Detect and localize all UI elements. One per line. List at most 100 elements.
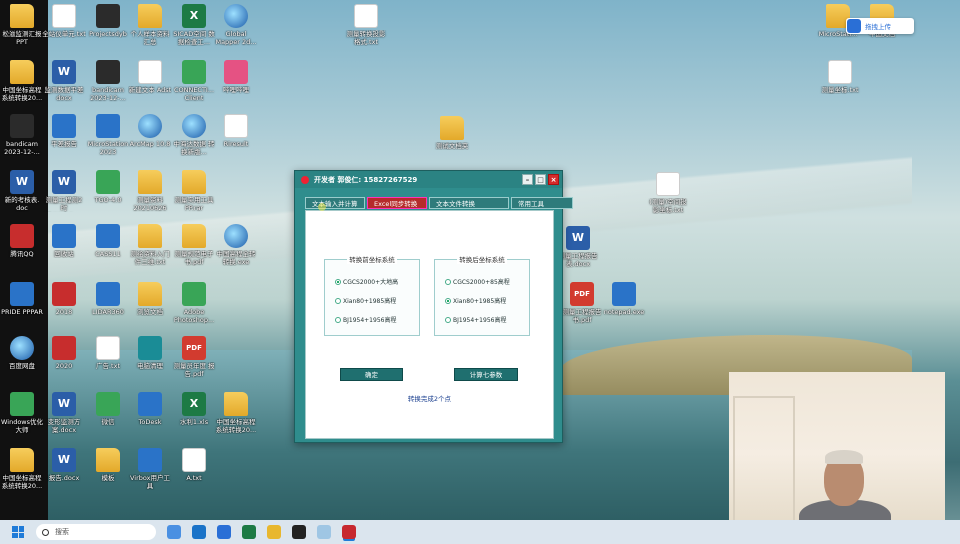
desktop-icon[interactable]: W 监测数据平差 docx	[42, 60, 86, 102]
desktop-icon[interactable]: 浏览文档	[128, 282, 172, 316]
desktop-icon[interactable]: CONNECTI... Client	[172, 60, 216, 102]
bandicam-icon[interactable]	[292, 525, 306, 539]
task-view-icon[interactable]	[167, 525, 181, 539]
desktop-icon[interactable]: 全站仪单元.txt	[42, 4, 86, 38]
confirm-button[interactable]: 确定	[340, 368, 403, 381]
desktop-icon[interactable]: PDF 测量员年度 报告.pdf	[172, 336, 216, 378]
desktop-icon[interactable]: bandicam 2023-12-...	[86, 60, 130, 102]
desktop-icon[interactable]: W 测量工程测2 时间.213.docx	[42, 170, 86, 212]
desktop-icon[interactable]: 中国高程全转 转换.exe	[214, 224, 258, 266]
desktop-icon[interactable]: Projectsdyb	[86, 4, 130, 38]
desktop-icon-label: 平差报告	[51, 140, 77, 148]
desktop-icon[interactable]: W 新的考核表. doc	[0, 170, 44, 212]
desktop-icon[interactable]: 松滋监测汇报 PPT	[0, 4, 44, 46]
maximize-button[interactable]: □	[535, 174, 546, 185]
desktop-icon[interactable]: 2018	[42, 282, 86, 316]
desktop-icon[interactable]: 中国坐标高程 系统转换20...	[0, 60, 44, 102]
desktop-icon[interactable]: 哔哩哔哩	[214, 60, 258, 94]
desktop-icon[interactable]: W 报告.docx	[42, 448, 86, 482]
after-option-bj1954[interactable]: BJ1954+1956高程	[445, 315, 506, 324]
desktop-icon[interactable]: notepad.exe	[602, 282, 646, 316]
desktop-icon[interactable]: 回收站	[42, 224, 86, 258]
desktop-icon[interactable]: 新建文本 Adst	[128, 60, 172, 94]
after-option-xian80[interactable]: Xian80+1985高程	[445, 296, 506, 305]
before-option-xian80[interactable]: Xian80+1985高程	[335, 296, 396, 305]
desktop-icon[interactable]: ArcMap 10.8	[128, 114, 172, 148]
notepad-icon[interactable]	[317, 525, 331, 539]
desktop-icon[interactable]: 电脑清理	[128, 336, 172, 370]
before-option-cgcs2000[interactable]: CGCS2000+大地高	[335, 277, 398, 286]
desktop-icon[interactable]: LIDAR360	[86, 282, 130, 316]
tab-text-input[interactable]: 文本输入并计算	[305, 197, 365, 209]
desktop-icon[interactable]: PDF 测量工程报告 书.pdf	[560, 282, 604, 324]
close-button[interactable]: ×	[548, 174, 559, 185]
excel-icon[interactable]	[242, 525, 256, 539]
desktop-icon[interactable]: 测试文档夹	[430, 116, 474, 150]
folder-icon	[138, 4, 162, 28]
compute-seven-params-button[interactable]: 计算七参数	[454, 368, 518, 381]
desktop-icon[interactable]: 测量坐标.txt	[818, 60, 862, 94]
desktop-icon[interactable]: 中国坐标高程 系统转换20...	[0, 448, 44, 490]
desktop-icon[interactable]: 中海达数据 转换新版...	[172, 114, 216, 156]
file-explorer-icon[interactable]	[267, 525, 281, 539]
desktop-icon[interactable]: Riresult	[214, 114, 258, 148]
desktop-icon-label: ArcMap 10.8	[129, 140, 171, 148]
option-label: CGCS2000+85高程	[453, 279, 510, 286]
desktop-icon[interactable]: Windows优化大师	[0, 392, 44, 434]
desktop-icon-label: PRIDE PPPAR	[1, 308, 43, 316]
green-icon	[182, 282, 206, 306]
desktop-icon[interactable]: A.txt	[172, 448, 216, 482]
desktop-icon[interactable]: 百度网盘	[0, 336, 44, 370]
desktop-icon[interactable]: Virbox用户工 具	[128, 448, 172, 490]
desktop-icon[interactable]: 平差报告	[42, 114, 86, 148]
radio-icon	[335, 278, 341, 285]
taskbar-search[interactable]: 搜索	[36, 524, 156, 540]
desktop-icon[interactable]: Global Mapper 2d...	[214, 4, 258, 46]
desktop-icon-label: 松滋监测汇报 PPT	[2, 30, 42, 46]
desktop-icon-label: MicroStation 2023	[87, 140, 129, 156]
desktop-icon[interactable]: 个人样本资料 汇总	[128, 4, 172, 46]
folder-icon	[182, 170, 206, 194]
desktop-icon[interactable]: ToDesk	[128, 392, 172, 426]
desktop-icon[interactable]: bandicam 2023-12-...	[0, 114, 44, 156]
desktop-icon[interactable]: 腾讯QQ	[0, 224, 44, 258]
desktop-icon[interactable]: 测量转换投影 格式.txt	[344, 4, 388, 46]
windows-start-icon[interactable]	[12, 526, 24, 538]
desktop-icon[interactable]: 测量资料 20210626	[128, 170, 172, 212]
desktop-icon[interactable]: 模板	[86, 448, 130, 482]
after-option-cgcs2000[interactable]: CGCS2000+85高程	[445, 277, 510, 286]
word-icon: W	[52, 448, 76, 472]
desktop-icon-label: 中国坐标高程 系统转换20...	[215, 418, 257, 434]
minimize-button[interactable]: –	[522, 174, 533, 185]
baidu-netdisk-icon[interactable]	[217, 525, 231, 539]
desktop-icon[interactable]: 测量规范电子 书.pdf	[172, 224, 216, 266]
desktop-icon[interactable]: PRIDE PPPAR	[0, 282, 44, 316]
before-option-bj1954[interactable]: BJ1954+1956高程	[335, 315, 396, 324]
desktop-icon[interactable]: 中国坐标高程 系统转换20...	[214, 392, 258, 434]
desktop-icon[interactable]: X SICAD空间 数据检查工...	[172, 4, 216, 46]
baidu-upload-widget[interactable]: 拖拽上传	[846, 18, 914, 34]
desktop-icon[interactable]: 测绘资料入门 件三维.txt	[128, 224, 172, 266]
window-titlebar[interactable]: 开发者 郭俊仁: 15827267529 – □ ×	[295, 171, 562, 188]
tab-text-file[interactable]: 文本文件转换	[429, 197, 509, 209]
pdf-icon: PDF	[570, 282, 594, 306]
desktop-icon[interactable]: W 变形监测方 案.docx	[42, 392, 86, 434]
desktop-icon[interactable]: CASS11	[86, 224, 130, 258]
globe-icon	[224, 224, 248, 248]
desktop-icon[interactable]: TGO-4.0	[86, 170, 130, 204]
edge-icon[interactable]	[192, 525, 206, 539]
desktop-icon[interactable]: 微信	[86, 392, 130, 426]
desktop-icon-label: 新的考核表. doc	[4, 196, 40, 212]
desktop-icon[interactable]: X 水利1.xls	[172, 392, 216, 426]
desktop-icon-label: 测量坐标.txt	[821, 86, 859, 94]
desktop-icon[interactable]: MicroStation 2023	[86, 114, 130, 156]
doc-icon	[828, 60, 852, 84]
desktop-icon[interactable]: 2020	[42, 336, 86, 370]
desktop-icon[interactable]: 测量实用工具 PP.rar	[172, 170, 216, 212]
desktop-icon[interactable]: (测量)空间投 影坐标.txt	[646, 172, 690, 214]
desktop-icon[interactable]: Adobe Photoshop...	[172, 282, 216, 324]
tab-excel-sync[interactable]: Excel同步转换	[367, 197, 427, 209]
converter-app-icon[interactable]	[342, 525, 356, 539]
desktop-icon[interactable]: 广告.txt	[86, 336, 130, 370]
tab-common-tools[interactable]: 常用工具	[511, 197, 573, 209]
